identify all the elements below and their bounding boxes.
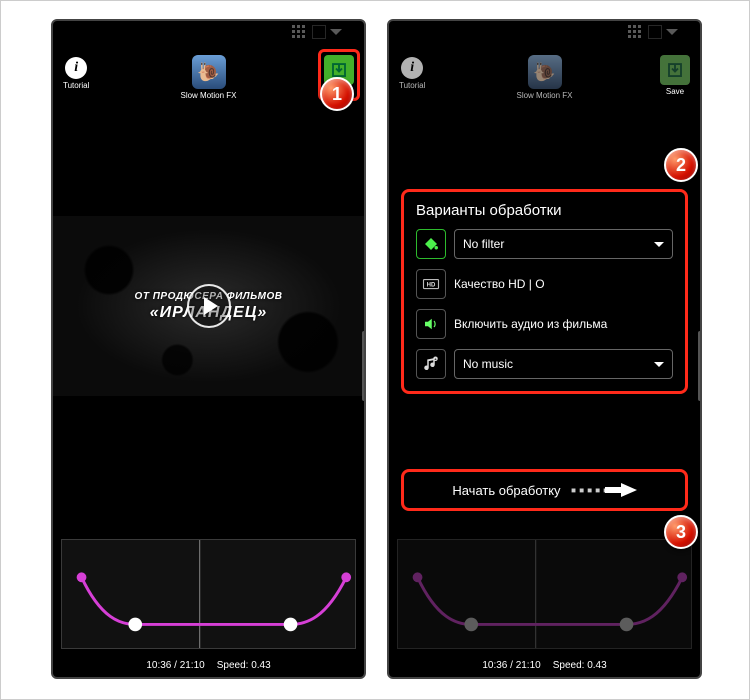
tutorial-button[interactable]: i Tutorial xyxy=(399,57,425,90)
speed-value: Speed: 0.43 xyxy=(217,660,271,671)
panel-title: Варианты обработки xyxy=(416,202,673,219)
app-label: Slow Motion FX xyxy=(180,91,236,100)
tutorial-button[interactable]: i Tutorial xyxy=(63,57,89,90)
apps-grid-icon xyxy=(626,23,644,41)
filter-row: No filter xyxy=(416,229,673,259)
expand-icon xyxy=(312,25,326,39)
chevron-down-icon xyxy=(654,362,664,367)
expand-icon xyxy=(648,25,662,39)
callout-badge-3: 3 xyxy=(664,515,698,549)
speed-value: Speed: 0.43 xyxy=(553,660,607,671)
app-icon: 🐌 Slow Motion FX xyxy=(516,55,572,100)
save-icon xyxy=(660,55,690,85)
filter-dropdown[interactable]: No filter xyxy=(454,229,673,259)
snail-icon: 🐌 xyxy=(528,55,562,89)
speaker-icon xyxy=(416,309,446,339)
music-icon: + xyxy=(416,349,446,379)
side-scroll-indicator xyxy=(362,331,366,401)
music-value: No music xyxy=(463,357,513,371)
app-label: Slow Motion FX xyxy=(516,91,572,100)
speed-curve-editor[interactable] xyxy=(397,539,692,649)
info-icon: i xyxy=(401,57,423,79)
music-dropdown[interactable]: No music xyxy=(454,349,673,379)
arrow-right-icon xyxy=(621,483,637,497)
phone-screen-options: i Tutorial 🐌 Slow Motion FX Save Вариант… xyxy=(387,19,702,679)
audio-label: Включить аудио из фильма xyxy=(454,317,673,332)
quality-row[interactable]: HD Качество HD | О xyxy=(416,269,673,299)
info-icon: i xyxy=(65,57,87,79)
quality-label: Качество HD | О xyxy=(454,277,673,292)
app-icon: 🐌 Slow Motion FX xyxy=(180,55,236,100)
start-processing-button[interactable]: Начать обработку ▪▪▪▪▪ xyxy=(401,469,688,511)
tutorial-label: Tutorial xyxy=(63,81,89,90)
play-icon[interactable] xyxy=(187,284,231,328)
audio-row[interactable]: Включить аудио из фильма xyxy=(416,309,673,339)
status-bar: 10:36 / 21:10 Speed: 0.43 xyxy=(389,660,700,671)
time-position: 10:36 / 21:10 xyxy=(146,660,204,671)
snail-icon: 🐌 xyxy=(192,55,226,89)
phone-screen-before: i Tutorial 🐌 Slow Motion FX Save ОТ ПРОД… xyxy=(51,19,366,679)
processing-options-panel: Варианты обработки No filter HD Качество… xyxy=(401,189,688,394)
hd-icon: HD xyxy=(416,269,446,299)
chevron-down-icon xyxy=(654,242,664,247)
save-label: Save xyxy=(666,87,684,96)
tutorial-label: Tutorial xyxy=(399,81,425,90)
svg-text:HD: HD xyxy=(427,282,436,288)
system-icons xyxy=(290,23,342,41)
speed-curve-editor[interactable] xyxy=(61,539,356,649)
side-scroll-indicator xyxy=(698,331,702,401)
chevron-down-icon xyxy=(666,29,678,35)
time-position: 10:36 / 21:10 xyxy=(482,660,540,671)
bucket-icon xyxy=(416,229,446,259)
music-row: + No music xyxy=(416,349,673,379)
callout-badge-2: 2 xyxy=(664,148,698,182)
callout-badge-1: 1 xyxy=(320,77,354,111)
video-preview[interactable]: ОТ ПРОДЮСЕРА ФИЛЬМОВ «ИРЛАНДЕЦ» xyxy=(53,141,364,471)
save-button[interactable]: Save xyxy=(660,55,690,96)
status-bar: 10:36 / 21:10 Speed: 0.43 xyxy=(53,660,364,671)
top-bar: i Tutorial 🐌 Slow Motion FX Save xyxy=(389,21,700,99)
apps-grid-icon xyxy=(290,23,308,41)
start-label: Начать обработку xyxy=(452,483,560,498)
system-icons xyxy=(626,23,678,41)
chevron-down-icon xyxy=(330,29,342,35)
top-bar: i Tutorial 🐌 Slow Motion FX Save xyxy=(53,21,364,99)
filter-value: No filter xyxy=(463,237,504,251)
